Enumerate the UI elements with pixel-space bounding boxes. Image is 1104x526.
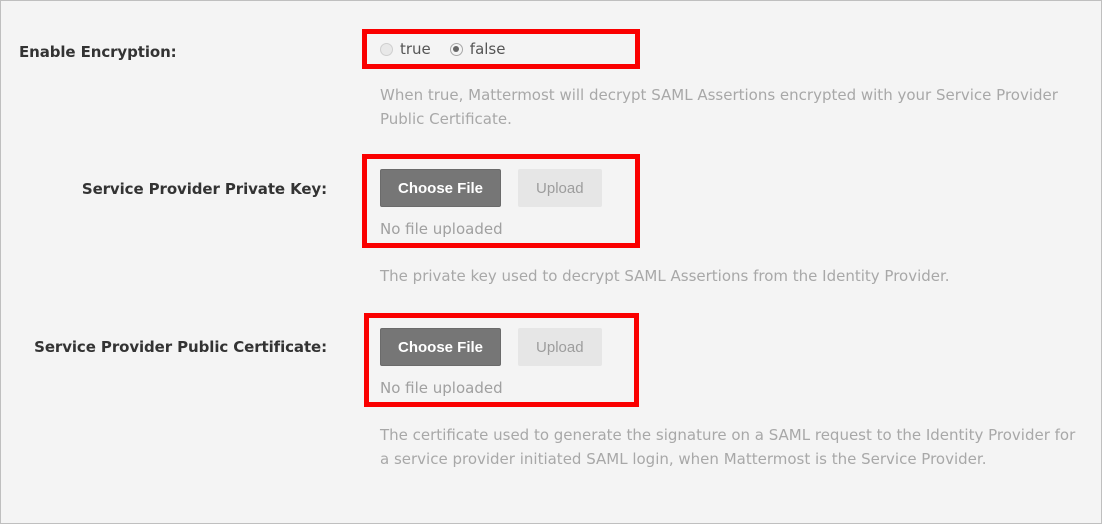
choose-file-button-public-certificate[interactable]: Choose File xyxy=(380,328,502,366)
file-status-public-certificate: No file uploaded xyxy=(380,379,503,397)
radio-button-true-icon[interactable] xyxy=(380,42,393,56)
upload-button-private-key[interactable]: Upload xyxy=(518,169,602,207)
radio-label-false: false xyxy=(469,40,506,58)
radio-button-false-icon[interactable] xyxy=(449,42,463,56)
choose-file-button-private-key[interactable]: Choose File xyxy=(380,169,502,207)
help-text-private-key: The private key used to decrypt SAML Ass… xyxy=(380,267,950,285)
saml-settings-panel: Enable Encryption: true false When true,… xyxy=(0,0,1102,524)
label-service-provider-public-certificate: Service Provider Public Certificate: xyxy=(34,338,327,356)
radio-option-true[interactable]: true xyxy=(380,40,431,58)
help-text-public-certificate: The certificate used to generate the sig… xyxy=(380,426,1076,468)
label-enable-encryption: Enable Encryption: xyxy=(19,43,177,61)
label-service-provider-private-key: Service Provider Private Key: xyxy=(81,180,327,198)
file-status-private-key: No file uploaded xyxy=(380,220,503,238)
private-key-upload-field: Choose File Upload No file uploaded xyxy=(380,169,602,238)
radio-label-true: true xyxy=(400,40,431,58)
upload-button-public-certificate[interactable]: Upload xyxy=(518,328,602,366)
public-certificate-upload-field: Choose File Upload No file uploaded xyxy=(380,328,602,397)
enable-encryption-radio-group[interactable]: true false xyxy=(380,37,517,61)
radio-option-false[interactable]: false xyxy=(449,40,506,58)
help-text-enable-encryption: When true, Mattermost will decrypt SAML … xyxy=(380,86,1058,128)
